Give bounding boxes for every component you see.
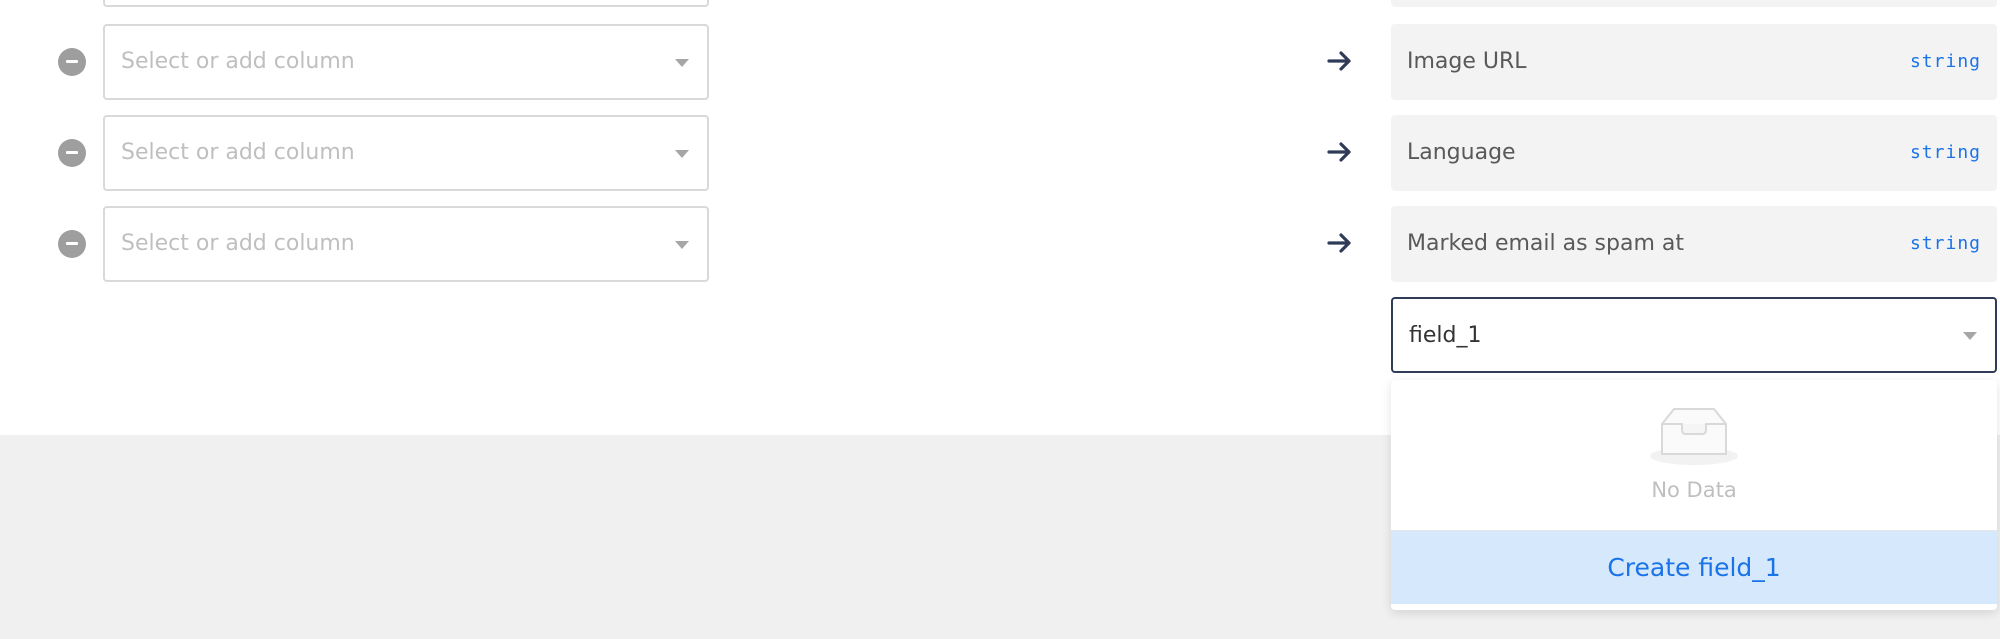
empty-state-text: No Data <box>1651 478 1737 502</box>
chevron-down-icon <box>675 241 689 249</box>
arrow-right-icon <box>1327 51 1351 71</box>
mapping-row: Select or add column Language string <box>0 115 2000 191</box>
chevron-down-icon <box>675 59 689 67</box>
select-placeholder: Select or add column <box>121 49 355 74</box>
target-field-type: string <box>1909 233 1981 254</box>
target-field-type: string <box>1909 51 1981 72</box>
mapping-row: Select or add column Marked email as spa… <box>0 206 2000 282</box>
target-field: Image URL string <box>1391 24 1997 100</box>
arrow-right-icon <box>1327 233 1351 253</box>
target-field: Language string <box>1391 115 1997 191</box>
target-field: Marked email as spam at string <box>1391 206 1997 282</box>
mapping-row: Select or add column Image URL string <box>0 24 2000 100</box>
field-dropdown: No Data Create field_1 <box>1391 380 1997 610</box>
target-field-name: Marked email as spam at <box>1407 231 1684 256</box>
remove-row-icon[interactable] <box>58 48 86 76</box>
source-column-select[interactable]: Select or add column <box>103 24 709 100</box>
new-field-input[interactable] <box>1391 297 1997 373</box>
create-field-option[interactable]: Create field_1 <box>1391 530 1997 604</box>
target-field-partial <box>1391 0 1997 7</box>
chevron-down-icon <box>675 150 689 158</box>
empty-inbox-icon <box>1650 408 1738 465</box>
target-field-type: string <box>1909 142 1981 163</box>
target-field-name: Language <box>1407 140 1516 165</box>
new-field-text-input[interactable] <box>1409 299 1949 371</box>
source-column-select[interactable]: Select or add column <box>103 206 709 282</box>
arrow-right-icon <box>1327 142 1351 162</box>
select-placeholder: Select or add column <box>121 231 355 256</box>
select-placeholder: Select or add column <box>121 140 355 165</box>
remove-row-icon[interactable] <box>58 230 86 258</box>
source-column-select-partial[interactable] <box>103 0 709 7</box>
target-field-name: Image URL <box>1407 49 1527 74</box>
source-column-select[interactable]: Select or add column <box>103 115 709 191</box>
chevron-down-icon[interactable] <box>1963 332 1977 340</box>
remove-row-icon[interactable] <box>58 139 86 167</box>
